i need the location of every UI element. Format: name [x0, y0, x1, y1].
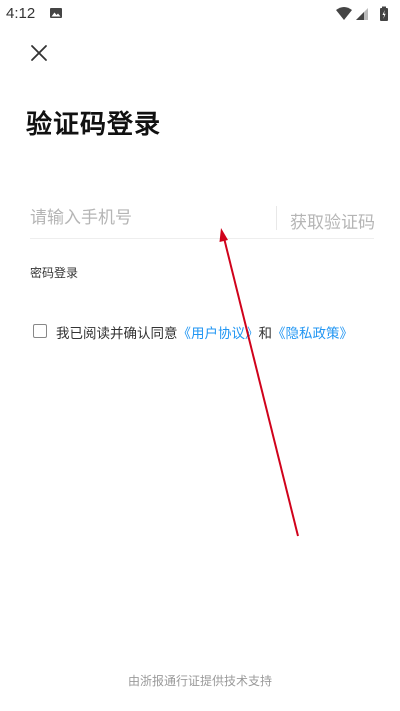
image-icon [50, 8, 62, 18]
user-agreement-link[interactable]: 《用户协议》 [178, 326, 259, 342]
privacy-policy-link[interactable]: 《隐私政策》 [272, 326, 353, 342]
agreement-row: 我已阅读并确认同意《用户协议》和《隐私政策》 [33, 322, 378, 342]
status-time: 4:12 [6, 5, 36, 22]
wifi-icon [336, 7, 352, 20]
agreement-conjunction: 和 [258, 326, 273, 342]
agreement-prefix: 我已阅读并确认同意 [56, 326, 178, 342]
agreement-checkbox[interactable] [33, 324, 47, 338]
agreement-text: 我已阅读并确认同意《用户协议》和《隐私政策》 [56, 322, 353, 342]
status-bar: 4:12 [0, 0, 400, 28]
input-divider [276, 206, 277, 230]
get-code-button[interactable]: 获取验证码 [290, 208, 375, 233]
status-icons [336, 6, 388, 21]
footer-text: 由浙报通行证提供技术支持 [127, 674, 272, 688]
close-icon[interactable] [28, 42, 50, 64]
signal-icon [356, 8, 368, 20]
password-login-link[interactable]: 密码登录 [30, 264, 78, 281]
phone-input[interactable] [30, 200, 266, 236]
phone-input-row: 获取验证码 [30, 200, 375, 239]
battery-icon [380, 6, 388, 21]
page-title: 验证码登录 [26, 110, 162, 140]
